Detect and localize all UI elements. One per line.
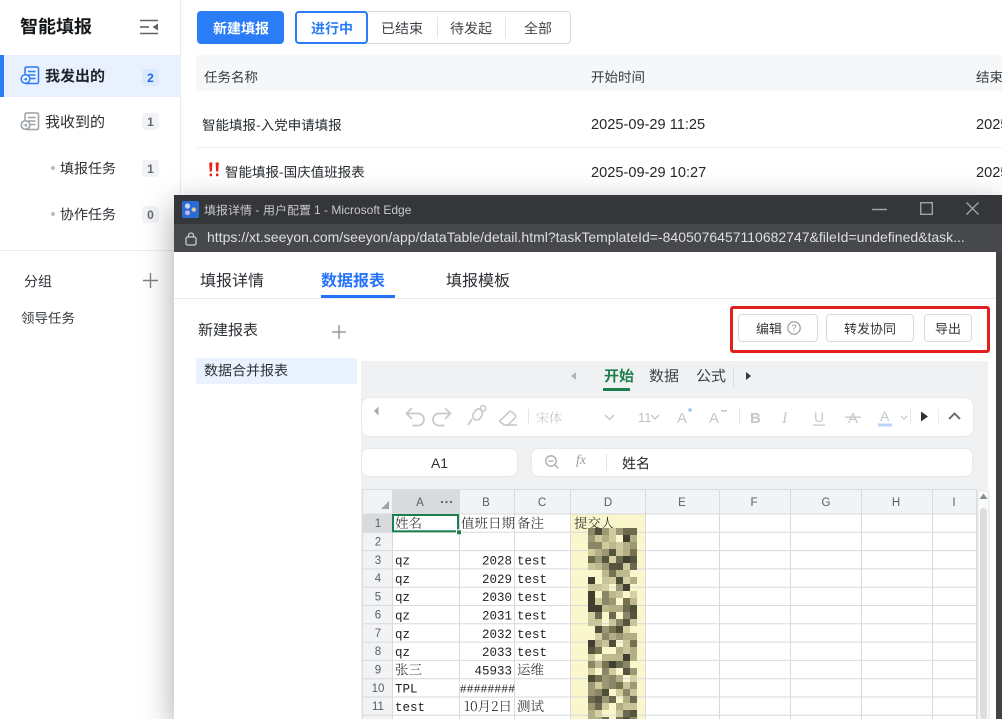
svg-text:test: test	[517, 628, 547, 642]
svg-text:I: I	[952, 497, 955, 509]
svg-text:A: A	[880, 408, 890, 424]
svg-text:qz: qz	[395, 610, 410, 624]
svg-text:2: 2	[375, 537, 381, 549]
svg-text:10: 10	[372, 683, 385, 695]
svg-text:test: test	[395, 701, 425, 715]
svg-text:3: 3	[375, 555, 381, 567]
svg-text:C: C	[538, 497, 546, 509]
svg-text:9: 9	[375, 665, 381, 677]
svg-text:45933: 45933	[474, 664, 512, 678]
svg-text:I: I	[781, 410, 788, 427]
svg-text:A: A	[416, 497, 424, 509]
svg-text:11: 11	[638, 410, 652, 425]
svg-text:2032: 2032	[482, 628, 512, 642]
svg-text:qz: qz	[395, 646, 410, 660]
svg-text:########: ########	[460, 684, 515, 697]
svg-text:2028: 2028	[482, 555, 512, 569]
svg-text:A: A	[709, 410, 719, 427]
svg-text:qz: qz	[395, 628, 410, 642]
svg-text:E: E	[678, 497, 686, 509]
svg-text:7: 7	[375, 628, 381, 640]
svg-text:test: test	[517, 573, 547, 587]
svg-text:2030: 2030	[482, 591, 512, 605]
svg-text:A: A	[848, 410, 858, 427]
svg-text:2029: 2029	[482, 573, 512, 587]
svg-text:1: 1	[375, 518, 381, 530]
svg-text:test: test	[517, 610, 547, 624]
svg-text:test: test	[517, 555, 547, 569]
svg-text:5: 5	[375, 591, 381, 603]
svg-text:4: 4	[375, 573, 382, 585]
svg-text:TPL: TPL	[395, 683, 418, 697]
svg-text:test: test	[517, 591, 547, 605]
svg-text:D: D	[604, 497, 612, 509]
svg-text:F: F	[750, 497, 757, 509]
svg-text:6: 6	[375, 610, 381, 622]
svg-text:B: B	[482, 497, 490, 509]
svg-text:G: G	[822, 497, 831, 509]
svg-text:B: B	[750, 410, 761, 427]
svg-text:qz: qz	[395, 555, 410, 569]
svg-text:test: test	[517, 646, 547, 660]
svg-text:11: 11	[372, 701, 384, 713]
svg-text:H: H	[892, 497, 900, 509]
svg-text:8: 8	[375, 646, 381, 658]
svg-text:qz: qz	[395, 573, 410, 587]
svg-text:U: U	[814, 409, 824, 425]
svg-text:A: A	[677, 410, 687, 427]
svg-text:2033: 2033	[482, 646, 512, 660]
svg-text:2031: 2031	[482, 610, 512, 624]
svg-text:qz: qz	[395, 591, 410, 605]
